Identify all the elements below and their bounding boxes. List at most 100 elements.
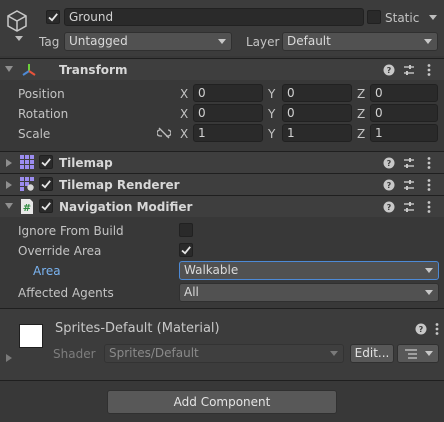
scale-z-field[interactable]: 1 — [370, 124, 438, 142]
gameobject-header: Ground Static Tag Untagged Layer Default — [0, 0, 444, 56]
tilemap-renderer-title: Tilemap Renderer — [59, 178, 180, 192]
tag-label: Tag — [39, 35, 60, 49]
material-section: Sprites-Default (Material) ? Shader Spri… — [0, 309, 444, 380]
active-checkbox[interactable] — [46, 10, 60, 24]
axis-x-label: X — [180, 87, 189, 101]
axis-z-label: Z — [357, 127, 366, 141]
ignore-from-build-label: Ignore From Build — [18, 224, 124, 238]
sliders-icon[interactable] — [402, 155, 416, 171]
svg-text:#: # — [23, 203, 31, 214]
axis-x-label: X — [180, 127, 189, 141]
transform-header-icons: ? — [382, 62, 438, 78]
tilemap-renderer-icon — [20, 177, 34, 191]
affected-agents-label: Affected Agents — [18, 286, 114, 300]
axis-y-label: Y — [268, 127, 276, 141]
tag-dropdown[interactable]: Untagged — [64, 32, 232, 51]
area-value: Walkable — [184, 263, 239, 277]
affected-agents-dropdown[interactable]: All — [179, 283, 439, 302]
foldout-open-icon[interactable] — [5, 203, 13, 209]
navigation-modifier-title: Navigation Modifier — [59, 200, 193, 214]
question-icon[interactable]: ? — [382, 62, 396, 78]
svg-text:?: ? — [419, 325, 424, 334]
svg-text:?: ? — [387, 159, 392, 168]
axis-y-label: Y — [268, 107, 276, 121]
navigation-modifier-enabled-checkbox[interactable] — [39, 199, 53, 213]
layer-value: Default — [287, 34, 331, 48]
chevron-down-icon — [330, 351, 338, 356]
kebab-icon[interactable] — [422, 177, 436, 193]
override-area-label: Override Area — [18, 244, 102, 258]
svg-text:?: ? — [387, 203, 392, 212]
foldout-closed-icon[interactable] — [6, 181, 12, 189]
transform-header[interactable]: Transform ? — [0, 58, 444, 80]
svg-text:?: ? — [387, 181, 392, 190]
question-icon[interactable]: ? — [382, 199, 396, 215]
tilemap-header-icons: ? — [382, 155, 438, 171]
position-z-field[interactable]: 0 — [370, 84, 438, 102]
edit-shader-button[interactable]: Edit... — [350, 344, 394, 363]
scale-x-field[interactable]: 1 — [193, 124, 263, 142]
axis-z-label: Z — [357, 107, 366, 121]
sliders-icon[interactable] — [402, 62, 416, 78]
axis-y-label: Y — [268, 87, 276, 101]
tilemap-grid-icon — [20, 155, 34, 169]
tilemap-renderer-header[interactable]: Tilemap Renderer ? — [0, 173, 444, 195]
scale-label: Scale — [18, 127, 51, 141]
tilemap-renderer-header-icons: ? — [382, 177, 438, 193]
foldout-open-icon[interactable] — [5, 66, 13, 72]
navigation-modifier-header[interactable]: # Navigation Modifier ? — [0, 195, 444, 217]
axis-z-label: Z — [357, 87, 366, 101]
transform-axes-icon — [21, 62, 37, 78]
sliders-icon[interactable] — [402, 177, 416, 193]
area-dropdown[interactable]: Walkable — [179, 261, 439, 280]
gameobject-name-input[interactable]: Ground — [64, 8, 364, 26]
question-icon[interactable]: ? — [382, 177, 396, 193]
tilemap-renderer-enabled-checkbox[interactable] — [39, 177, 53, 191]
chevron-down-icon — [425, 268, 433, 273]
static-dropdown-arrow-icon[interactable] — [429, 15, 437, 20]
cube-dropdown-arrow-icon[interactable] — [15, 36, 23, 41]
chevron-down-icon — [425, 290, 433, 295]
override-area-checkbox[interactable] — [179, 243, 193, 257]
navigation-modifier-header-icons: ? — [382, 199, 438, 215]
add-component-button[interactable]: Add Component — [107, 390, 337, 414]
static-checkbox[interactable] — [367, 10, 381, 24]
link-broken-icon[interactable] — [156, 126, 172, 140]
shader-value: Sprites/Default — [109, 346, 199, 360]
foldout-closed-icon[interactable] — [6, 159, 12, 167]
rotation-y-field[interactable]: 0 — [282, 104, 352, 122]
position-y-field[interactable]: 0 — [282, 84, 352, 102]
scale-y-field[interactable]: 1 — [282, 124, 352, 142]
sliders-icon[interactable] — [402, 199, 416, 215]
foldout-closed-icon[interactable] — [6, 354, 12, 362]
tilemap-title: Tilemap — [59, 156, 113, 170]
chevron-down-icon — [424, 39, 432, 44]
kebab-icon[interactable] — [422, 155, 436, 171]
layer-label: Layer — [246, 35, 280, 49]
section-separator — [0, 380, 444, 381]
cube-icon — [5, 9, 29, 33]
tag-value: Untagged — [69, 34, 128, 48]
question-icon[interactable]: ? — [382, 155, 396, 171]
shader-dropdown[interactable]: Sprites/Default — [104, 344, 344, 363]
tilemap-header[interactable]: Tilemap ? — [0, 151, 444, 173]
position-x-field[interactable]: 0 — [193, 84, 263, 102]
shader-label: Shader — [53, 347, 96, 361]
area-label: Area — [33, 264, 61, 278]
ignore-from-build-checkbox[interactable] — [179, 223, 193, 237]
question-icon[interactable]: ? — [414, 321, 428, 337]
rotation-label: Rotation — [18, 107, 69, 121]
svg-text:?: ? — [387, 66, 392, 75]
tilemap-enabled-checkbox[interactable] — [39, 155, 53, 169]
affected-agents-value: All — [184, 285, 199, 299]
layer-dropdown[interactable]: Default — [282, 32, 438, 51]
kebab-icon[interactable] — [422, 62, 436, 78]
axis-x-label: X — [180, 107, 189, 121]
rotation-x-field[interactable]: 0 — [193, 104, 263, 122]
shader-options-dropdown[interactable] — [397, 344, 439, 363]
kebab-icon[interactable] — [422, 199, 436, 215]
rotation-z-field[interactable]: 0 — [370, 104, 438, 122]
chevron-down-icon — [425, 351, 433, 356]
list-icon — [405, 349, 417, 359]
kebab-icon[interactable] — [432, 321, 442, 337]
